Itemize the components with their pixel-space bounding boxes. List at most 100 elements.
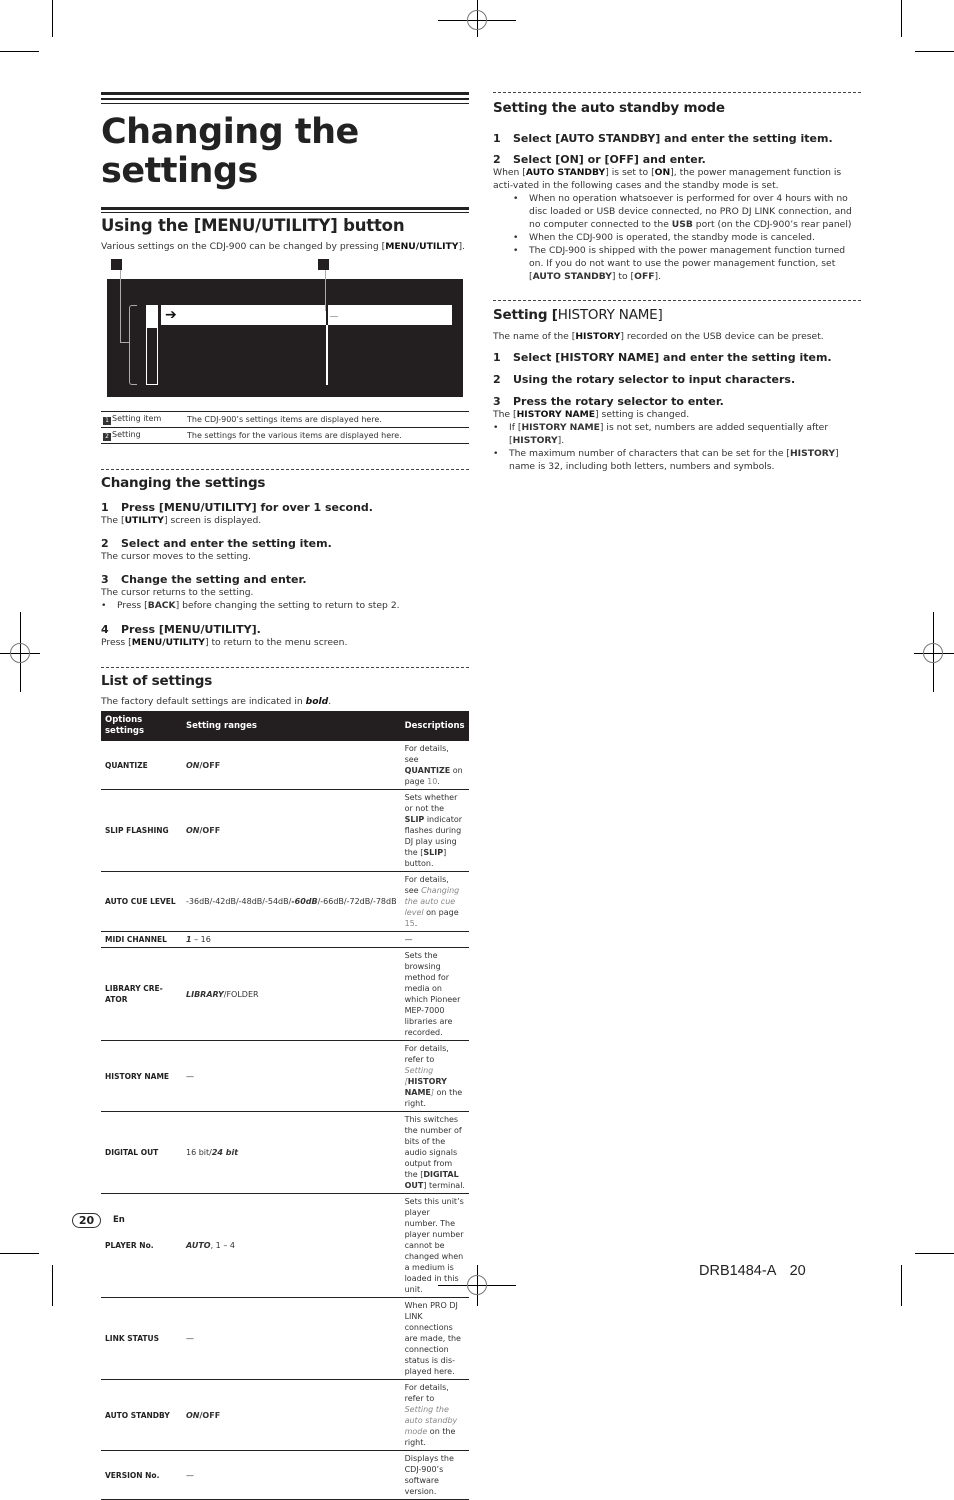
step-number: 4 xyxy=(101,623,109,636)
step-title: Press [MENU/UTILITY] for over 1 second. xyxy=(121,501,373,514)
description-cell: Sets the browsing method for media on wh… xyxy=(400,947,469,1041)
description-cell: Sets whether or not the SLIP indicator f… xyxy=(400,789,469,872)
cursor-arrow-icon: ➔ xyxy=(165,307,177,323)
page-title-line-1: Changing the xyxy=(101,112,359,152)
range-cell: ON/OFF xyxy=(182,789,401,872)
bullet-item: • The maximum number of characters that c… xyxy=(493,447,861,473)
list-intro: The factory default settings are indicat… xyxy=(101,695,469,708)
bold-text: USB xyxy=(671,219,693,230)
text: For details, see xyxy=(404,744,449,764)
bold-text: OFF xyxy=(634,271,655,282)
scroll-bar xyxy=(146,305,158,385)
table-row: LIBRARY CRE-ATOR LIBRARY/FOLDER Sets the… xyxy=(101,947,469,1041)
setting-item-bracket xyxy=(129,305,137,385)
text: Press [ xyxy=(101,637,132,648)
text: ] is set to [ xyxy=(605,167,655,178)
option-cell: DIGITAL OUT xyxy=(101,1111,182,1194)
range-text: 16 bit/ xyxy=(186,1148,212,1157)
text: port (on the CDJ-900’s rear panel) xyxy=(692,219,852,230)
page-number-badge: 20 xyxy=(72,1213,101,1228)
step-2-title: 2 Select and enter the setting item. xyxy=(101,537,469,550)
text: . xyxy=(414,919,418,928)
list-of-settings-heading: List of settings xyxy=(101,673,213,689)
default-value: ON xyxy=(186,1410,200,1420)
bold-text: ON xyxy=(654,167,671,178)
range-cell: 1 – 16 xyxy=(182,931,401,948)
bold-text: QUANTIZE xyxy=(404,766,451,775)
text: ] terminal. xyxy=(423,1181,465,1190)
doc-page-number: 20 xyxy=(789,1263,806,1279)
range-cell: 16 bit/24 bit xyxy=(182,1111,401,1194)
section-divider xyxy=(101,667,469,668)
auto-standby-step-2: 2 Select [ON] or [OFF] and enter. xyxy=(493,153,861,166)
table-row: SLIP FLASHING ON/OFF Sets whether or not… xyxy=(101,789,469,872)
option-cell: LIBRARY CRE-ATOR xyxy=(101,947,182,1041)
text: Press [ xyxy=(117,600,148,611)
description-cell: For details, refer to Setting [HISTORY N… xyxy=(400,1040,469,1112)
history-name-heading: Setting [HISTORY NAME] xyxy=(493,307,861,323)
default-value: AUTO xyxy=(186,1241,211,1250)
bullet-text: The CDJ-900 is shipped with the power ma… xyxy=(529,244,861,283)
range-cell: ON/OFF xyxy=(182,741,401,790)
legend-number-icon: 1 xyxy=(103,417,111,425)
crop-mark xyxy=(915,1253,954,1254)
leader-line-2 xyxy=(330,316,338,317)
step-1-title: 1 Press [MENU/UTILITY] for over 1 second. xyxy=(101,501,469,514)
text: ]. xyxy=(654,271,662,282)
bullet-item: • When the CDJ-900 is operated, the stand… xyxy=(513,231,861,244)
text: The factory default settings are indicat… xyxy=(101,696,306,707)
bullet-icon: • xyxy=(493,422,499,433)
legend-description: The settings for the various items are d… xyxy=(185,427,469,444)
leader-line-2 xyxy=(325,270,326,311)
callout-2-marker xyxy=(318,259,329,270)
text: ] to [ xyxy=(611,271,635,282)
range-cell: — xyxy=(182,1297,401,1380)
leader-line-1 xyxy=(120,270,121,342)
history-step-3: 3 Press the rotary selector to enter. xyxy=(493,395,861,408)
table-row: QUANTIZE ON/OFF For details, see QUANTIZ… xyxy=(101,741,469,790)
page-link[interactable]: 10 xyxy=(427,777,437,786)
option-cell: AUTO STANDBY xyxy=(101,1379,182,1451)
bullet-text: When no operation whatsoever is performe… xyxy=(529,192,861,231)
step-number: 2 xyxy=(493,373,501,386)
range-cell: ON/OFF xyxy=(182,1379,401,1451)
auto-standby-heading: Setting the auto standby mode xyxy=(493,100,725,116)
text: ] recorded on the USB device can be pres… xyxy=(620,331,824,342)
bold-text: AUTO STANDBY xyxy=(532,271,612,282)
history-step-2: 2 Using the rotary selector to input char… xyxy=(493,373,861,386)
page-link[interactable]: 15 xyxy=(405,919,415,928)
range-cell: — xyxy=(182,1040,401,1112)
step-title: Change the setting and enter. xyxy=(121,573,307,586)
bullet-text: Press [BACK] before changing the setting… xyxy=(117,599,400,612)
bold-text: SLIP xyxy=(423,848,444,857)
text: ] setting is changed. xyxy=(595,409,690,420)
bullet-icon: • xyxy=(513,232,519,243)
default-value: 24 bit xyxy=(211,1148,239,1157)
option-cell: PLAYER No. xyxy=(101,1193,182,1298)
default-value: ON xyxy=(186,826,200,835)
option-cell: QUANTIZE xyxy=(101,741,182,790)
description-cell: When PRO DJ LINK connections are made, t… xyxy=(400,1297,469,1380)
bold-italic-text: bold xyxy=(305,696,329,707)
column-header-options: Options settings xyxy=(101,711,182,741)
bold-text: AUTO STANDBY xyxy=(525,167,606,178)
bullet-icon: • xyxy=(513,193,519,204)
bold-text: HISTORY NAME xyxy=(516,409,596,420)
range-text: /FOLDER xyxy=(223,989,259,999)
text: The [ xyxy=(101,515,125,526)
text: If [ xyxy=(509,422,522,433)
text: ] to return to the menu screen. xyxy=(204,637,348,648)
option-cell: VERSION No. xyxy=(101,1450,182,1500)
range-text: -36dB/-42dB/-48dB/-54dB/ xyxy=(186,897,292,906)
step-number: 1 xyxy=(493,132,501,145)
document-id: DRB1484-A 20 xyxy=(699,1263,806,1279)
default-value: ON xyxy=(186,760,200,770)
bullet-text: When the CDJ-900 is operated, the standb… xyxy=(529,232,815,243)
step-number: 3 xyxy=(493,395,501,408)
auto-standby-bullets: • When no operation whatsoever is perform… xyxy=(493,192,861,283)
registration-circle-icon xyxy=(467,10,487,30)
step-title: Press the rotary selector to enter. xyxy=(513,395,724,408)
table-row: DIGITAL OUT 16 bit/24 bit This switches … xyxy=(101,1111,469,1194)
settings-table: Options settings Setting ranges Descript… xyxy=(101,711,469,1500)
bold-text: HISTORY NAME xyxy=(521,422,600,433)
